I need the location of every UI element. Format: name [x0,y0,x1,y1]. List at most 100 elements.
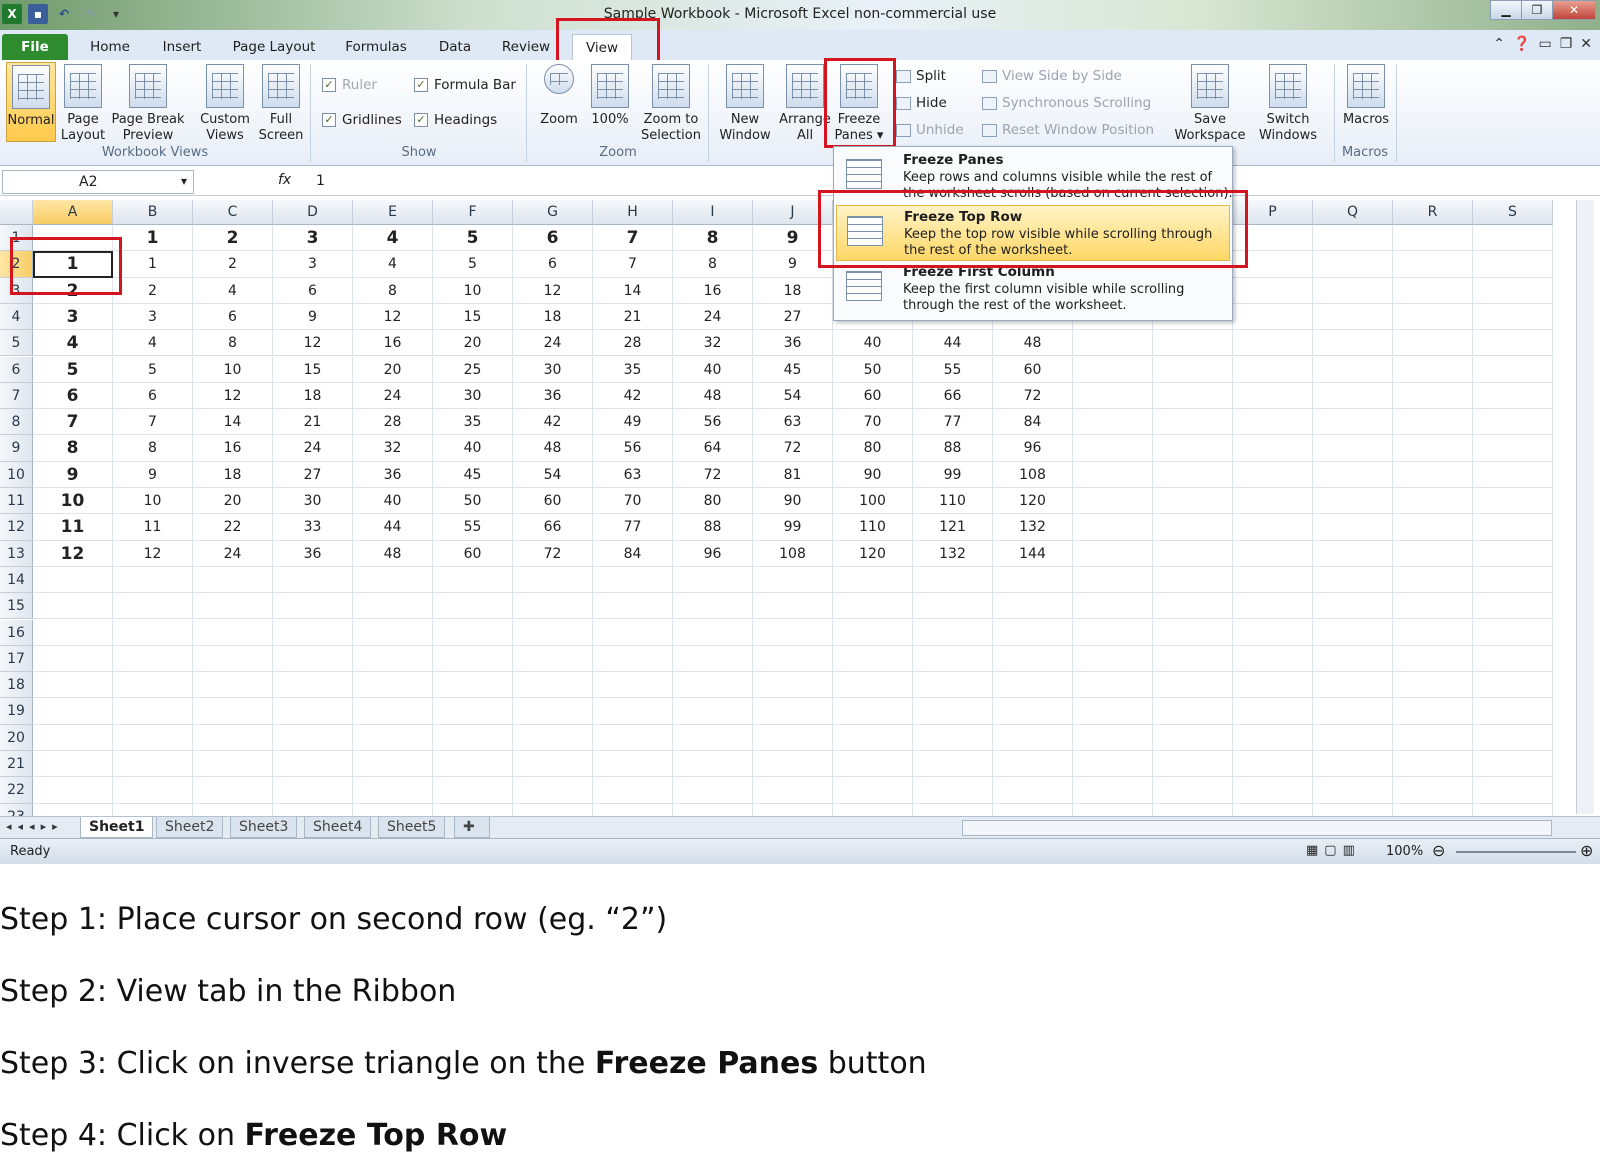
row-header[interactable]: 7 [0,382,33,410]
grid-cell[interactable]: 60 [993,356,1073,383]
grid-cell[interactable]: 8 [673,225,753,252]
grid-cell[interactable]: 7 [113,409,193,436]
grid-cell[interactable] [1393,540,1473,567]
tab-home[interactable]: Home [78,34,142,60]
grid-cell[interactable] [1313,645,1393,673]
grid-cell[interactable] [433,619,513,646]
grid-cell[interactable] [1233,330,1313,357]
grid-cell[interactable]: 12 [193,382,273,410]
grid-cell[interactable] [1153,724,1233,751]
grid-cell[interactable] [113,619,193,646]
grid-cell[interactable] [993,619,1073,646]
minimize-ribbon-icon[interactable]: ⌃ [1493,36,1505,52]
grid-cell[interactable] [1233,751,1313,778]
grid-cell[interactable] [753,645,833,673]
grid-cell[interactable] [433,566,513,594]
grid-cell[interactable] [1233,698,1313,725]
grid-cell[interactable]: 9 [113,461,193,488]
grid-cell[interactable] [833,566,913,594]
grid-cell[interactable]: 96 [993,435,1073,462]
grid-cell[interactable] [1393,751,1473,778]
grid-cell[interactable] [1153,593,1233,620]
normal-view-button[interactable]: Normal [6,62,56,142]
grid-cell[interactable] [1073,356,1153,383]
grid-cell[interactable] [753,698,833,725]
split-button[interactable]: Split [896,68,946,84]
tab-insert[interactable]: Insert [150,34,214,60]
grid-cell[interactable] [1313,277,1393,304]
grid-cell[interactable] [1073,619,1153,646]
grid-cell[interactable] [993,724,1073,751]
grid-cell[interactable] [1153,540,1233,567]
grid-cell[interactable]: 72 [993,382,1073,410]
grid-cell[interactable]: 77 [593,514,673,541]
vertical-scrollbar[interactable] [1576,200,1594,814]
grid-cell[interactable] [753,777,833,804]
tab-file[interactable]: File [2,34,68,60]
grid-cell[interactable] [593,724,673,751]
grid-cell[interactable] [353,724,433,751]
column-header[interactable]: G [513,200,593,225]
column-header[interactable]: E [353,200,433,225]
formula-input[interactable]: 1 [316,173,325,189]
grid-cell[interactable] [1473,251,1553,278]
grid-cell[interactable] [1393,277,1473,304]
grid-cell[interactable] [1393,514,1473,541]
grid-cell[interactable]: 72 [753,435,833,462]
grid-cell[interactable] [1313,777,1393,804]
grid-cell[interactable]: 84 [593,540,673,567]
grid-cell[interactable] [1313,488,1393,515]
doc-close-icon[interactable]: ✕ [1580,36,1592,52]
grid-cell[interactable]: 16 [673,277,753,304]
column-header[interactable]: C [193,200,273,225]
formula-bar-checkbox[interactable]: ✓ Formula Bar [414,77,516,93]
grid-cell[interactable]: 16 [193,435,273,462]
grid-cell[interactable] [1313,698,1393,725]
grid-cell[interactable] [1393,409,1473,436]
grid-cell[interactable] [273,593,353,620]
grid-cell[interactable] [1313,330,1393,357]
grid-cell[interactable] [1073,514,1153,541]
grid-cell[interactable]: 5 [433,225,513,252]
grid-cell[interactable]: 60 [513,488,593,515]
grid-cell[interactable] [1153,777,1233,804]
grid-cell[interactable]: 144 [993,540,1073,567]
grid-cell[interactable] [753,672,833,699]
grid-cell[interactable] [753,619,833,646]
grid-cell[interactable]: 7 [593,225,673,252]
grid-cell[interactable] [113,645,193,673]
grid-cell[interactable] [1073,698,1153,725]
grid-cell[interactable] [1233,409,1313,436]
column-header[interactable]: R [1393,200,1473,225]
grid-cell[interactable] [433,751,513,778]
grid-cell[interactable] [193,751,273,778]
grid-cell[interactable]: 12 [113,540,193,567]
grid-cell[interactable] [1473,593,1553,620]
grid-cell[interactable] [273,777,353,804]
grid-cell[interactable]: 40 [833,330,913,357]
grid-cell[interactable]: 108 [753,540,833,567]
grid-cell[interactable]: 32 [673,330,753,357]
grid-cell[interactable] [753,566,833,594]
row-header[interactable]: 5 [0,330,33,357]
grid-cell[interactable]: 21 [273,409,353,436]
grid-cell[interactable] [833,777,913,804]
grid-cell[interactable]: 3 [33,303,113,331]
grid-cell[interactable]: 81 [753,461,833,488]
grid-cell[interactable]: 8 [113,435,193,462]
grid-cell[interactable] [1393,566,1473,594]
full-screen-button[interactable]: Full Screen [256,64,306,144]
row-header[interactable]: 19 [0,698,33,725]
grid-cell[interactable] [113,672,193,699]
grid-cell[interactable] [593,566,673,594]
column-header[interactable]: Q [1313,200,1393,225]
tab-review[interactable]: Review [494,34,558,60]
grid-cell[interactable] [913,619,993,646]
grid-cell[interactable] [33,566,113,594]
grid-cell[interactable]: 5 [33,356,113,383]
grid-cell[interactable]: 40 [433,435,513,462]
grid-cell[interactable] [353,751,433,778]
grid-cell[interactable] [1473,724,1553,751]
grid-cell[interactable]: 1 [113,251,193,278]
grid-cell[interactable]: 42 [593,382,673,410]
